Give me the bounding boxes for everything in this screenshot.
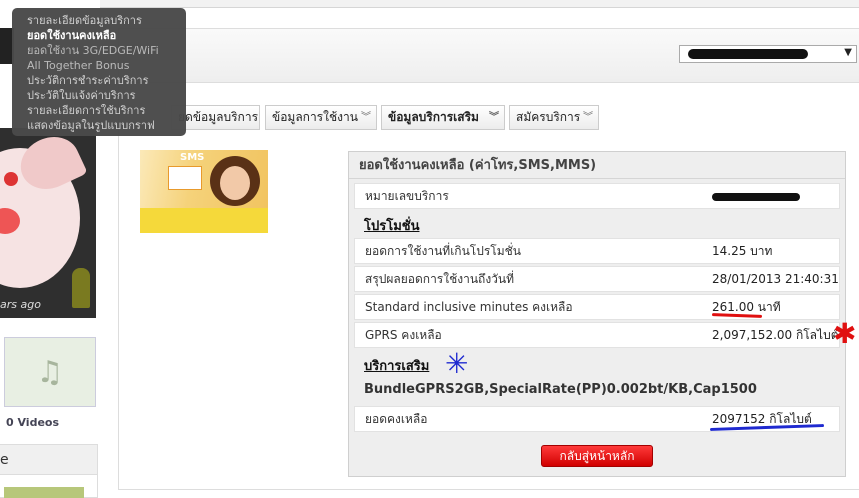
main-content: ▼ ยดข้อมูลบริการ ข้อมูลการใช้งาน ︾ ข้อมู… [118,28,859,490]
menu-item-service-details[interactable]: รายละเอียดข้อมูลบริการ [27,13,186,28]
sms-promo-image[interactable]: SMS [140,150,268,233]
service-number-label: หมายเลขบริการ [365,189,449,203]
tab-usage-info[interactable]: ข้อมูลการใช้งาน ︾ [265,105,377,130]
videos-count-link[interactable]: 0 Videos [6,416,59,429]
account-select[interactable]: ▼ [679,45,857,63]
person-face [220,166,250,200]
tab-label: ยดข้อมูลบริการ [178,110,259,124]
table-row: GPRS คงเหลือ 2,097,152.00 กิโลไบต์ [354,322,840,348]
red-star-annotation: ✱ [833,317,857,350]
chevron-double-down-icon: ︾ [489,112,499,123]
menu-item-all-together-bonus[interactable]: All Together Bonus [27,58,186,73]
tab-label: ข้อมูลการใช้งาน [272,110,358,124]
main-header-bar: ▼ [119,29,859,83]
back-to-home-button[interactable]: กลับสู่หน้าหลัก [541,445,653,467]
redacted-service-number [712,193,800,201]
posted-time-text: ars ago [0,298,41,311]
blue-star-annotation: ✳ [445,347,469,380]
row-label: สรุปผลยอดการใช้งานถึงวันที่ [365,272,515,286]
video-thumbnail[interactable]: ♫ [4,337,96,407]
tab-label: ข้อมูลบริการเสริม [388,110,479,124]
row-label: GPRS คงเหลือ [365,328,442,342]
row-label: ยอดการใช้งานที่เกินโปรโมชั่น [365,244,521,258]
sms-badge: SMS [180,152,205,163]
menu-item-graph-view[interactable]: แสดงข้อมูลในรูปแบบกราฟ [27,118,186,133]
row-label: Standard inclusive minutes คงเหลือ [365,300,573,314]
bundle-name: BundleGPRS2GB,SpecialRate(PP)0.002bt/KB,… [364,382,757,397]
left-widget-image [4,487,84,498]
tab-label: สมัครบริการ [516,110,581,124]
triangle-down-icon: ▼ [844,47,852,58]
row-value: 2,097,152.00 กิโลไบต์ [712,328,839,342]
service-number-row: หมายเลขบริการ [354,183,840,209]
addon-heading: บริการเสริม [364,359,430,374]
left-widget-box: e [0,444,98,498]
menu-item-3g-usage[interactable]: ยอดใช้งาน 3G/EDGE/WiFi [27,43,186,58]
menu-item-remaining-balance[interactable]: ยอดใช้งานคงเหลือ [27,28,186,43]
media-icon: ♫ [36,354,64,390]
top-navigation-bar [0,0,859,8]
menu-item-payment-history[interactable]: ประวัติการชำระค่าบริการ [27,73,186,88]
tab-subscribe[interactable]: สมัครบริการ ︾ [509,105,599,130]
table-row: ยอดการใช้งานที่เกินโปรโมชั่น 14.25 บาท [354,238,840,264]
redacted-account-number [688,49,808,59]
menu-item-bill-history[interactable]: ประวัติใบแจ้งค่าบริการ [27,88,186,103]
row-value: 28/01/2013 21:40:31 [712,272,839,286]
left-widget-title: e [0,445,97,475]
table-row: สรุปผลยอดการใช้งานถึงวันที่ 28/01/2013 2… [354,266,840,292]
tab-addon-services[interactable]: ข้อมูลบริการเสริม ︾ [381,105,505,130]
promotion-heading: โปรโมชั่น [364,219,420,234]
envelope-icon [168,166,202,190]
chevron-double-down-icon: ︾ [583,112,593,123]
service-dropdown-menu: รายละเอียดข้อมูลบริการ ยอดใช้งานคงเหลือ … [12,8,186,136]
row-value: 14.25 บาท [712,244,773,258]
table-row: Standard inclusive minutes คงเหลือ 261.0… [354,294,840,320]
chevron-double-down-icon: ︾ [361,112,371,123]
menu-item-usage-details[interactable]: รายละเอียดการใช้บริการ [27,103,186,118]
panel-title: ยอดใช้งานคงเหลือ (ค่าโทร,SMS,MMS) [349,152,845,179]
promo-stripe [140,208,268,233]
profile-artwork[interactable]: ars ago [0,128,96,318]
balance-label: ยอดคงเหลือ [365,412,428,426]
pig-eye-illustration [4,172,18,186]
